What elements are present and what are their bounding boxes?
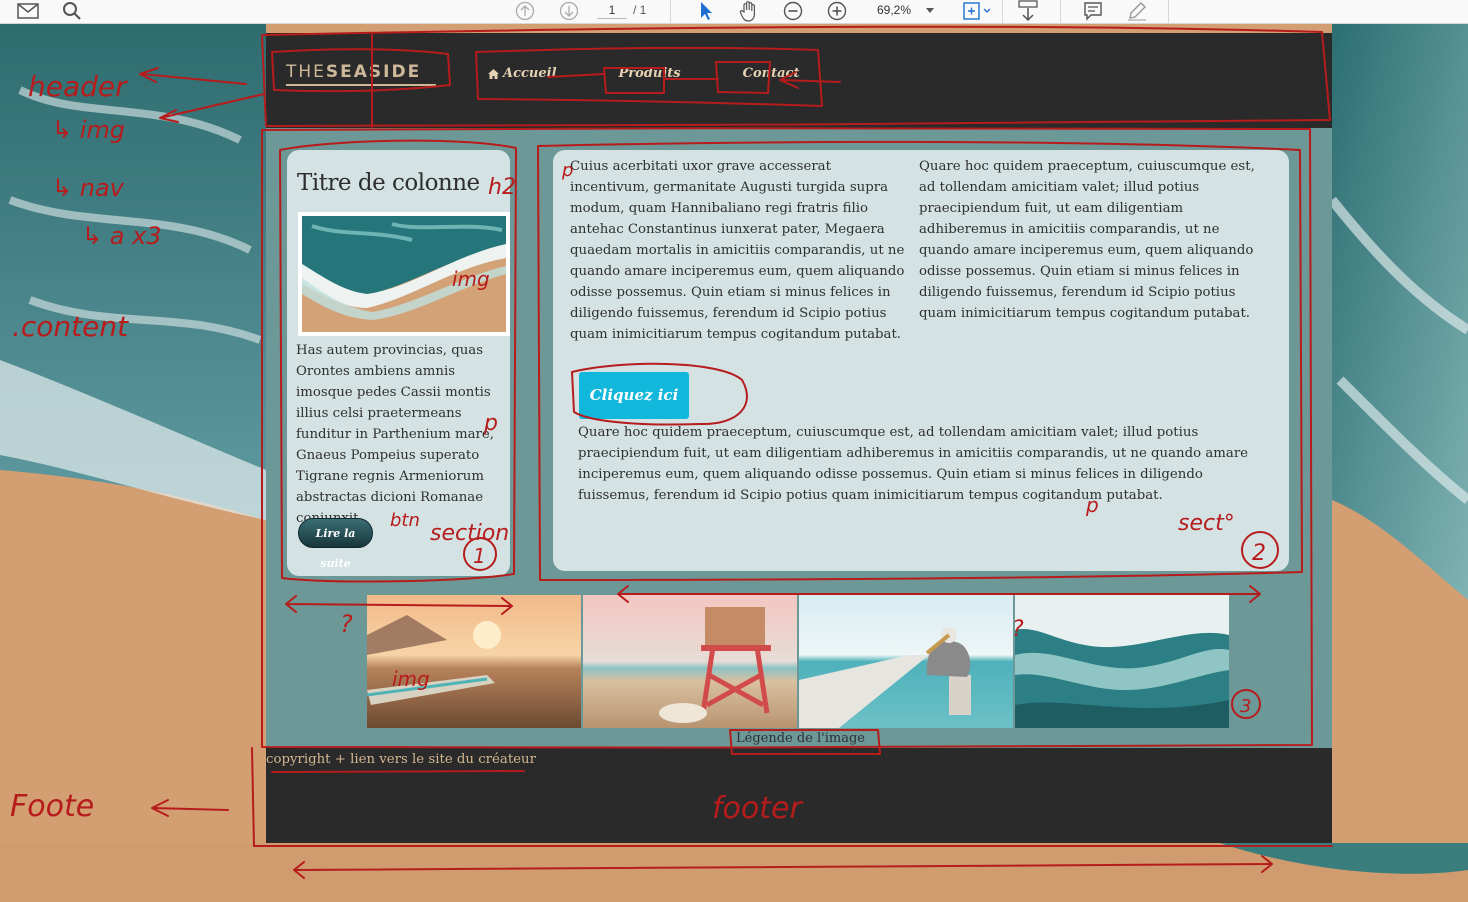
right-column-section: Cuius acerbitati uxor grave accesserat i… bbox=[553, 150, 1289, 571]
nav-link-produits[interactable]: Produits bbox=[619, 66, 681, 81]
website-page: THESEASIDE Accueil Produits Contact Titr… bbox=[266, 33, 1332, 843]
logo-text-bold: SEASIDE bbox=[325, 62, 422, 82]
toolbar-divider bbox=[1002, 0, 1003, 24]
home-icon bbox=[488, 68, 499, 79]
creator-link[interactable]: copyright + lien vers le site du créateu… bbox=[266, 752, 536, 767]
fit-page-icon[interactable] bbox=[958, 0, 994, 22]
toolbar-divider bbox=[670, 0, 671, 24]
zoom-in-icon[interactable] bbox=[825, 0, 849, 22]
page-number-input[interactable]: 1 bbox=[597, 1, 627, 19]
image-caption: Légende de l'image bbox=[736, 731, 865, 746]
content-area: Titre de colonne Has autem provincias, q… bbox=[266, 128, 1332, 748]
paragraph-bottom: Quare hoc quidem praeceptum, cuiuscumque… bbox=[578, 425, 1249, 503]
logo-underline bbox=[286, 84, 436, 86]
comment-icon[interactable] bbox=[1080, 0, 1106, 22]
image-gallery bbox=[367, 595, 1230, 728]
gallery-image-sunset[interactable] bbox=[367, 595, 581, 728]
page-up-icon[interactable] bbox=[512, 0, 538, 22]
column-paragraph: Has autem provincias, quas Orontes ambie… bbox=[296, 343, 494, 526]
download-icon[interactable] bbox=[1014, 0, 1042, 22]
read-more-button[interactable]: Lire la suite bbox=[298, 518, 373, 570]
paragraph-column-1: Cuius acerbitati uxor grave accesserat i… bbox=[570, 159, 905, 342]
toolbar-divider bbox=[1168, 0, 1169, 24]
viewer-toolbar: 1 / 1 69,2% bbox=[0, 0, 1468, 24]
mail-icon[interactable] bbox=[14, 0, 42, 22]
zoom-select[interactable]: 69,2% bbox=[870, 1, 942, 19]
click-here-button[interactable]: Cliquez ici bbox=[579, 372, 689, 419]
main-nav: Accueil Produits Contact bbox=[488, 66, 799, 81]
hand-tool-icon[interactable] bbox=[736, 0, 762, 22]
column-title: Titre de colonne bbox=[297, 170, 480, 196]
page-total: / 1 bbox=[633, 3, 647, 17]
wave-beach-image bbox=[302, 216, 506, 332]
site-footer: copyright + lien vers le site du créateu… bbox=[266, 748, 1332, 843]
page-down-icon[interactable] bbox=[556, 0, 582, 22]
chevron-down-icon bbox=[926, 8, 934, 13]
nav-label: Contact bbox=[742, 66, 800, 81]
nav-link-accueil[interactable]: Accueil bbox=[488, 66, 557, 81]
gallery-image-wave[interactable] bbox=[1015, 595, 1229, 728]
select-cursor-icon[interactable] bbox=[694, 0, 718, 22]
left-column-section: Titre de colonne Has autem provincias, q… bbox=[287, 150, 510, 576]
site-logo[interactable]: THESEASIDE bbox=[286, 61, 446, 89]
pen-icon[interactable] bbox=[1124, 0, 1150, 22]
column-image bbox=[298, 212, 510, 336]
nav-label: Produits bbox=[618, 66, 681, 81]
gallery-image-pelican[interactable] bbox=[799, 595, 1013, 728]
toolbar-divider bbox=[1060, 0, 1061, 24]
nav-link-contact[interactable]: Contact bbox=[743, 66, 800, 81]
search-icon[interactable] bbox=[58, 0, 86, 22]
gallery-image-lifeguard[interactable] bbox=[583, 595, 797, 728]
site-header: THESEASIDE Accueil Produits Contact bbox=[266, 33, 1332, 128]
nav-label: Accueil bbox=[503, 66, 557, 81]
paragraph-column-2: Quare hoc quidem praeceptum, cuiuscumque… bbox=[919, 159, 1255, 321]
logo-text-light: THE bbox=[286, 62, 326, 82]
zoom-out-icon[interactable] bbox=[781, 0, 805, 22]
zoom-value: 69,2% bbox=[877, 3, 912, 17]
